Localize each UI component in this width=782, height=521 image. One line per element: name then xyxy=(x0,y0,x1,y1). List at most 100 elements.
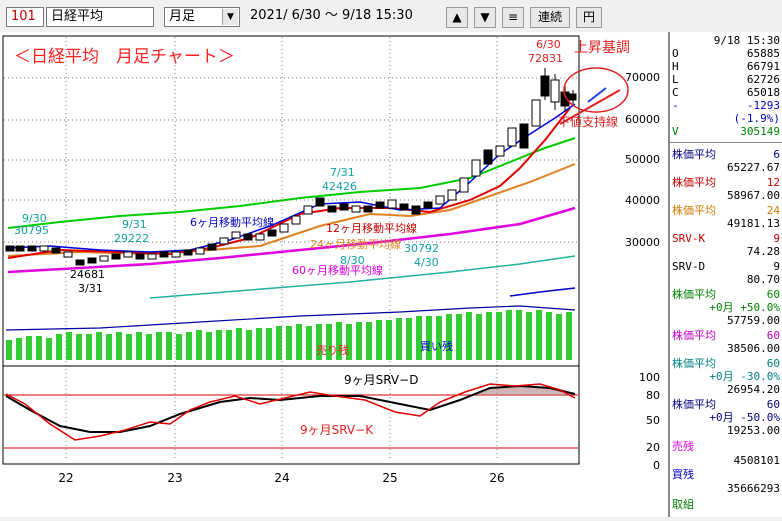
annot-value: 30795 xyxy=(14,224,49,237)
annot-value: 29222 xyxy=(114,232,149,245)
annot-value: 72831 xyxy=(528,52,563,65)
chevron-down-icon[interactable]: ▼ xyxy=(222,9,238,25)
code-field[interactable]: 101 xyxy=(6,7,44,27)
buy-remain-label: 買い残 xyxy=(420,339,453,353)
indicator-ma12-value: 58967.00 xyxy=(727,189,780,202)
info-panel: 9/18 15:30 O 65885 H 66791 L 62726 C 65018 -… xyxy=(668,32,782,517)
volume-key: V xyxy=(672,125,679,138)
price-tick: 40000 xyxy=(625,194,660,207)
sell-remain-label: 売り残 xyxy=(316,343,349,357)
indicator-ma60[interactable]: 株価平均 60 xyxy=(672,329,780,342)
ohlc-open: O 65885 xyxy=(672,47,780,60)
ohlc-value: 65885 xyxy=(746,47,780,60)
volume-row: V 305149 xyxy=(672,125,780,138)
buy-remain-value: 35666293 xyxy=(727,482,780,495)
torikumi-key: 取組 xyxy=(672,498,694,511)
price-axis: 70000 60000 50000 40000 30000 xyxy=(625,71,660,249)
ohlc-key: O xyxy=(672,47,679,60)
symbol-name-field[interactable]: 日経平均 xyxy=(46,7,154,27)
indicator-sub: +0月 -50.0% xyxy=(709,411,780,424)
indicator-srvk-value: 74.28 xyxy=(746,245,780,258)
srv-d-label: 9ヶ月SRV−D xyxy=(344,373,418,387)
x-tick: 26 xyxy=(489,471,504,485)
x-tick: 25 xyxy=(382,471,397,485)
annot-date: 8/30 xyxy=(340,254,365,267)
x-axis: 22 23 24 25 26 xyxy=(58,471,504,485)
ma24-label: 24ヶ月移動平均線 xyxy=(310,237,401,251)
ohlc-close: C 65018 xyxy=(672,86,780,99)
period-value: 月足 xyxy=(169,9,196,24)
ohlc-value: 66791 xyxy=(746,60,780,73)
change-pct: (-1.9%) xyxy=(733,112,780,125)
panel-datetime: 9/18 15:30 xyxy=(713,34,780,47)
indicator-ma12[interactable]: 株価平均 12 xyxy=(672,176,780,189)
change-value: -1293 xyxy=(746,99,780,112)
volume-value: 305149 xyxy=(740,125,780,138)
renzoku-button[interactable]: 連続 xyxy=(530,7,570,28)
sell-remain-value: 4508101 xyxy=(733,454,780,467)
annot-value: 24681 xyxy=(70,268,105,281)
osc-axis: 100 80 50 20 0 xyxy=(639,371,660,472)
chart-area[interactable]: ＜日経平均 月足チャート＞ 上昇基調 下値支持線 6ヶ月移動平均線 12ヶ月移動… xyxy=(0,32,668,517)
annot-date: 4/30 xyxy=(414,256,439,269)
indicator-srvd-value: 80.70 xyxy=(746,273,780,286)
ohlc-key: H xyxy=(672,60,679,73)
price-tick: 50000 xyxy=(625,153,660,166)
chart-svg: ＜日経平均 月足チャート＞ 上昇基調 下値支持線 6ヶ月移動平均線 12ヶ月移動… xyxy=(2,35,660,485)
indicator-ma24-value: 49181.13 xyxy=(727,217,780,230)
annot-value: 42426 xyxy=(322,180,357,193)
ohlc-key: C xyxy=(672,86,679,99)
sell-remain-key: 売残 xyxy=(672,440,694,453)
scroll-down-button[interactable]: ▼ xyxy=(474,7,496,28)
menu-button[interactable]: ≡ xyxy=(502,7,524,28)
price-tick: 60000 xyxy=(625,113,660,126)
ma12-label: 12ヶ月移動平均線 xyxy=(326,221,417,235)
x-tick: 23 xyxy=(167,471,182,485)
indicator-ma60-minus30-value: 26954.20 xyxy=(727,383,780,396)
triangle-down-icon: ▼ xyxy=(480,10,490,24)
annot-date: 9/31 xyxy=(122,218,147,231)
menu-icon: ≡ xyxy=(507,10,519,24)
indicator-ma60-minus50[interactable]: 株価平均 60 xyxy=(672,398,780,411)
osc-tick: 80 xyxy=(646,389,660,402)
period-select[interactable]: 月足 ▼ xyxy=(164,7,240,27)
ohlc-value: 65018 xyxy=(746,86,780,99)
support-line-label: 下値支持線 xyxy=(558,114,618,129)
indicator-ma24[interactable]: 株価平均 24 xyxy=(672,204,780,217)
ohlc-high: H 66791 xyxy=(672,60,780,73)
indicator-ma6-value: 65227.67 xyxy=(727,161,780,174)
ohlc-value: 62726 xyxy=(746,73,780,86)
osc-tick: 50 xyxy=(646,414,660,427)
indicator-srvk[interactable]: SRV-K 9 xyxy=(672,232,780,245)
annot-value: 30792 xyxy=(404,242,439,255)
chart-title: ＜日経平均 月足チャート＞ xyxy=(14,47,235,67)
price-tick: 30000 xyxy=(625,236,660,249)
ma6-label: 6ヶ月移動平均線 xyxy=(190,215,274,229)
x-tick: 22 xyxy=(58,471,73,485)
osc-tick: 0 xyxy=(653,459,660,472)
change-row: - -1293 xyxy=(672,99,780,112)
osc-tick: 100 xyxy=(639,371,660,384)
annot-date: 3/31 xyxy=(78,282,103,295)
indicator-ma60-minus30[interactable]: 株価平均 60 xyxy=(672,357,780,370)
indicator-sub: +0月 +50.0% xyxy=(709,301,780,314)
ohlc-key: L xyxy=(672,73,679,86)
yen-button[interactable]: 円 xyxy=(576,7,602,28)
indicator-ma60-value: 38506.00 xyxy=(727,342,780,355)
annot-date: 6/30 xyxy=(536,38,561,51)
toolbar: 101 日経平均 月足 ▼ 2021/ 6/30 ～ 9/18 15:30 ▲ … xyxy=(0,0,782,33)
ohlc-low: L 62726 xyxy=(672,73,780,86)
indicator-ma60-plus50[interactable]: 株価平均 60 xyxy=(672,288,780,301)
indicator-ma60-minus50-value: 19253.00 xyxy=(727,424,780,437)
indicator-ma60-plus50-value: 57759.00 xyxy=(727,314,780,327)
indicator-srvd[interactable]: SRV-D 9 xyxy=(672,260,780,273)
date-range: 2021/ 6/30 ～ 9/18 15:30 xyxy=(250,8,413,23)
uptrend-label: 上昇基調 xyxy=(574,39,630,56)
indicator-ma6[interactable]: 株価平均 6 xyxy=(672,148,780,161)
x-tick: 24 xyxy=(274,471,289,485)
indicator-sub: +0月 -30.0% xyxy=(709,370,780,383)
osc-tick: 20 xyxy=(646,441,660,454)
annot-date: 7/31 xyxy=(330,166,355,179)
scroll-up-button[interactable]: ▲ xyxy=(446,7,468,28)
triangle-up-icon: ▲ xyxy=(452,10,462,24)
